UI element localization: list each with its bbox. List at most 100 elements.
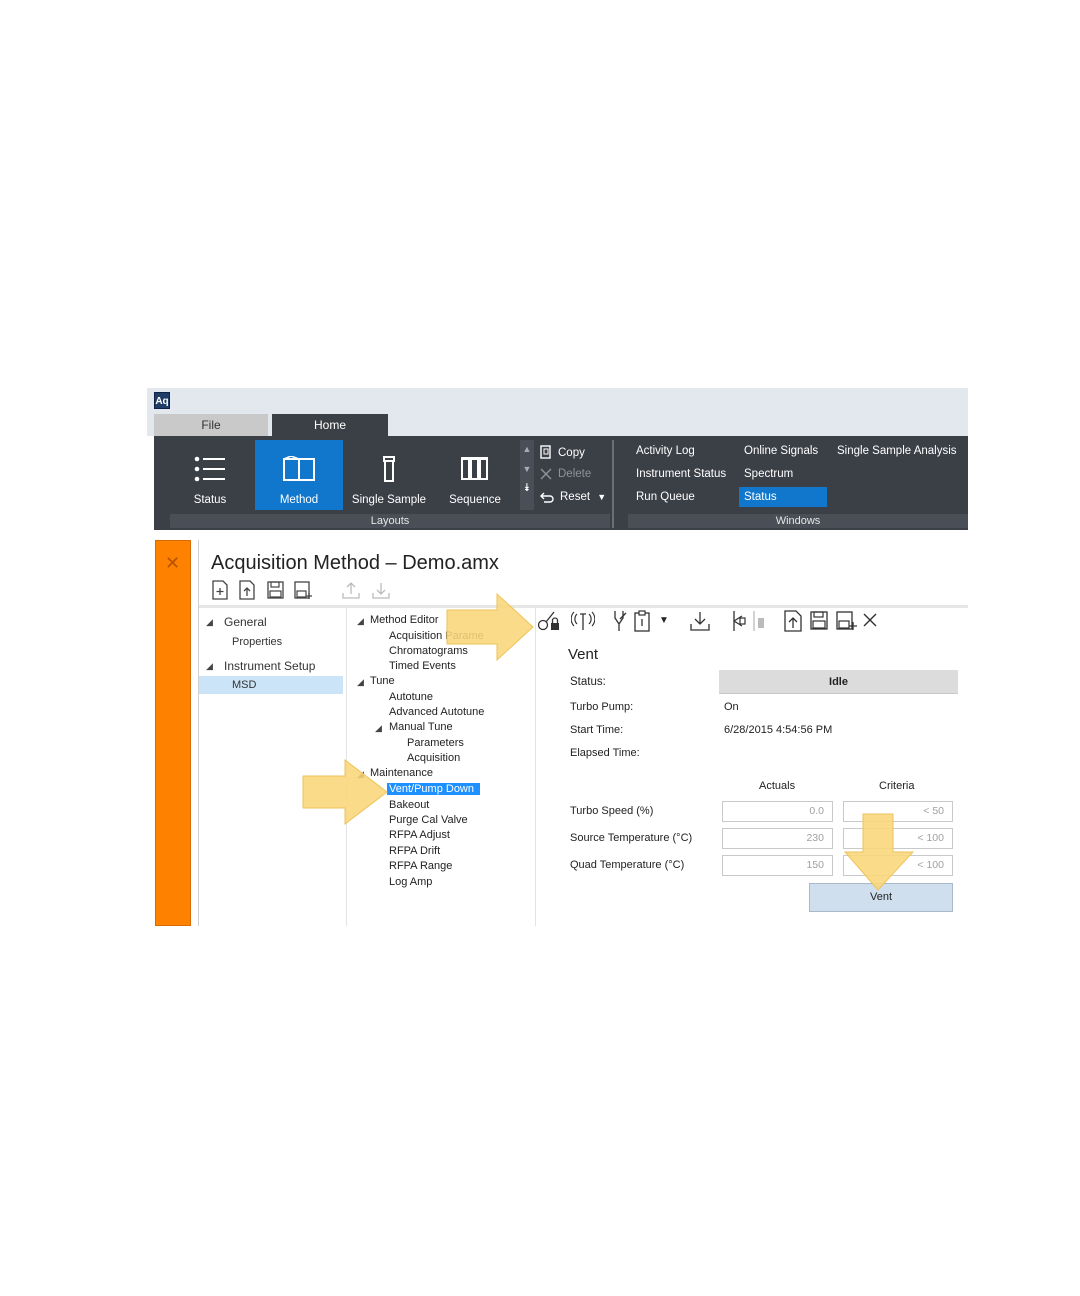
start-time-value: 6/28/2015 4:54:56 PM [724, 724, 833, 736]
title-bar: Aq [147, 388, 968, 414]
callout-arrow-vent [843, 813, 915, 891]
undo-icon [540, 492, 554, 503]
save-as-icon[interactable] [293, 580, 313, 600]
tree-tune[interactable]: Tune [370, 675, 395, 687]
nav-msd[interactable]: MSD [232, 679, 256, 691]
layouts-group-label: Layouts [170, 514, 610, 528]
layout-single-sample-button[interactable]: Single Sample [345, 440, 433, 510]
windows-group-label: Windows [628, 514, 968, 528]
save-method-as-icon[interactable] [835, 610, 857, 632]
delete-button[interactable]: Delete [540, 468, 591, 480]
save-method-icon[interactable] [809, 610, 829, 632]
nav-general[interactable]: General [224, 615, 267, 629]
window-activity-log[interactable]: Activity Log [636, 441, 695, 461]
tree-purge-cal-valve[interactable]: Purge Cal Valve [389, 814, 468, 826]
window-single-sample-analysis[interactable]: Single Sample Analysis [837, 441, 957, 461]
tree-bakeout[interactable]: Bakeout [389, 799, 429, 811]
document-area: ✕ Acquisition Method – Demo.amx ◢ Genera… [147, 530, 968, 926]
new-file-icon[interactable] [211, 580, 229, 600]
layout-single-sample-label: Single Sample [351, 494, 427, 506]
document-toolbar [211, 580, 396, 600]
close-method-icon[interactable] [862, 612, 878, 628]
collapse-general-icon[interactable]: ◢ [206, 617, 213, 628]
ribbon: Status Method Single Sample Sequence ▲ ▼… [154, 436, 968, 530]
method-icon [283, 456, 315, 481]
upload-method-icon[interactable] [783, 610, 803, 632]
tree-acquisition[interactable]: Acquisition [407, 752, 460, 764]
expand-icon[interactable]: ⯯ [520, 482, 534, 495]
instrument-lock-icon[interactable] [537, 610, 561, 632]
layout-status-button[interactable]: Status [167, 440, 253, 510]
criteria-header: Criteria [879, 780, 915, 792]
scroll-up-icon[interactable]: ▲ [520, 444, 534, 454]
application-window: Aq File Home Status Method Single Sample… [147, 388, 968, 926]
layouts-scrollbar[interactable]: ▲ ▼ ⯯ [520, 440, 534, 510]
sequence-icon [461, 457, 488, 480]
copy-icon [540, 445, 551, 459]
status-label: Status: [570, 676, 606, 688]
app-logo: Aq [154, 392, 170, 409]
actuals-header: Actuals [759, 780, 796, 792]
status-badge: Idle [719, 670, 958, 694]
caret-down-icon[interactable]: ▼ [659, 615, 669, 626]
inject-disabled-icon[interactable] [749, 610, 767, 632]
nav-properties[interactable]: Properties [232, 636, 282, 648]
open-file-icon[interactable] [238, 580, 256, 600]
ribbon-separator [612, 440, 614, 528]
callout-arrow-toolbar [446, 592, 534, 662]
vent-heading: Vent [568, 646, 599, 663]
window-instrument-status[interactable]: Instrument Status [636, 464, 726, 484]
inject-icon[interactable] [729, 610, 747, 632]
tree-rfpa-range[interactable]: RFPA Range [389, 860, 452, 872]
window-run-queue[interactable]: Run Queue [636, 487, 695, 507]
window-status[interactable]: Status [739, 487, 827, 507]
tree-parameters[interactable]: Parameters [407, 737, 464, 749]
scroll-down-icon[interactable]: ▼ [520, 464, 534, 474]
tree-advanced-autotune[interactable]: Advanced Autotune [389, 706, 484, 718]
download-method-icon[interactable] [689, 610, 711, 632]
column-icon[interactable] [609, 610, 629, 632]
copy-button[interactable]: Copy [540, 445, 585, 459]
tree-vent-pump-down[interactable]: Vent/Pump Down [387, 783, 480, 795]
collapse-manual-tune-icon[interactable]: ◢ [375, 723, 382, 734]
collapse-instrument-setup-icon[interactable]: ◢ [206, 661, 213, 672]
delete-x-icon [540, 468, 552, 480]
layout-sequence-button[interactable]: Sequence [435, 440, 515, 510]
clipboard-icon[interactable] [633, 610, 651, 632]
window-online-signals[interactable]: Online Signals [744, 441, 818, 461]
chevron-down-icon[interactable]: ▼ [597, 492, 606, 502]
window-spectrum[interactable]: Spectrum [744, 464, 793, 484]
tree-manual-tune[interactable]: Manual Tune [389, 721, 453, 733]
toolbar-divider [199, 605, 968, 608]
elapsed-time-label: Elapsed Time: [570, 747, 640, 759]
layout-method-label: Method [279, 494, 319, 506]
vial-icon [383, 456, 395, 482]
tree-rfpa-adjust[interactable]: RFPA Adjust [389, 829, 450, 841]
tree-log-amp[interactable]: Log Amp [389, 876, 432, 888]
page-title: Acquisition Method – Demo.amx [211, 552, 499, 574]
tab-file[interactable]: File [154, 414, 268, 436]
quad-temperature-label: Quad Temperature (°C) [570, 859, 685, 871]
tree-rfpa-drift[interactable]: RFPA Drift [389, 845, 440, 857]
ribbon-tabs: File Home [147, 414, 968, 436]
layout-method-button[interactable]: Method [255, 440, 343, 510]
upload-icon[interactable] [341, 580, 361, 600]
tree-autotune[interactable]: Autotune [389, 691, 433, 703]
reset-label: Reset [560, 491, 591, 503]
reset-button[interactable]: Reset ▼ [540, 491, 606, 503]
download-icon[interactable] [371, 580, 391, 600]
turbo-speed-label: Turbo Speed (%) [570, 805, 654, 817]
source-temperature-actual: 230 [722, 828, 833, 849]
turbo-speed-actual: 0.0 [722, 801, 833, 822]
tab-home[interactable]: Home [272, 414, 388, 436]
collapse-tune-icon[interactable]: ◢ [357, 677, 364, 688]
tree-method-editor[interactable]: Method Editor [370, 614, 438, 626]
collapse-method-editor-icon[interactable]: ◢ [357, 616, 364, 627]
save-icon[interactable] [266, 580, 284, 600]
close-icon[interactable]: ✕ [165, 553, 180, 574]
nav-msd-row[interactable] [199, 676, 343, 694]
signal-icon[interactable] [571, 610, 595, 632]
turbo-pump-value: On [724, 701, 739, 713]
nav-instrument-setup[interactable]: Instrument Setup [224, 659, 315, 673]
start-time-label: Start Time: [570, 724, 624, 736]
